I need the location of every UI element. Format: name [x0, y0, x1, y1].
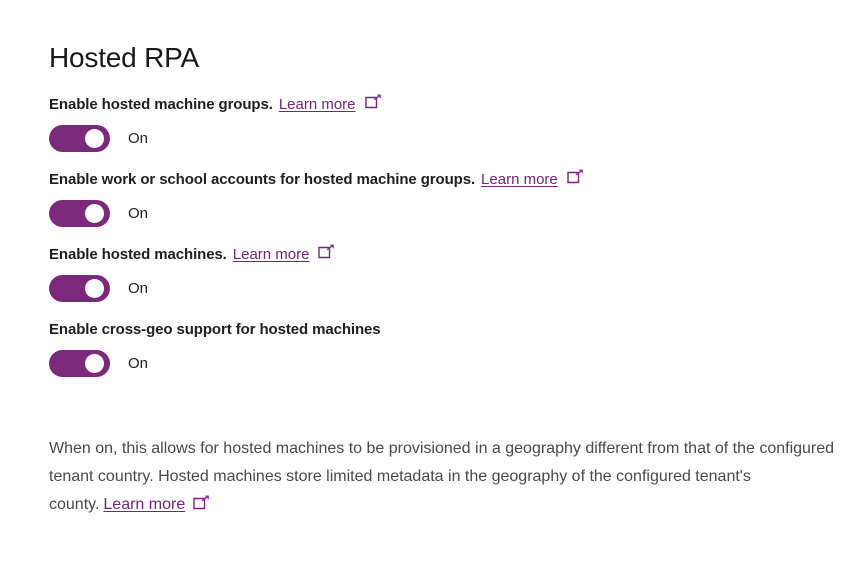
toggle-line: On: [49, 350, 839, 377]
cross-geo-description: When on, this allows for hosted machines…: [49, 435, 839, 519]
toggle-switch[interactable]: [49, 350, 110, 377]
toggle-line: On: [49, 275, 839, 302]
toggle-thumb: [85, 129, 104, 148]
page-title: Hosted RPA: [49, 42, 199, 73]
toggle-state-label: On: [128, 204, 149, 222]
toggle-line: On: [49, 125, 839, 152]
setting-row: Enable hosted machines. Learn more On: [49, 243, 839, 302]
setting-row: Enable hosted machine groups. Learn more…: [49, 93, 839, 152]
setting-label-line: Enable hosted machine groups. Learn more: [49, 93, 839, 115]
setting-row: Enable cross-geo support for hosted mach…: [49, 320, 839, 377]
toggle-state-label: On: [128, 129, 149, 147]
toggle-state-label: On: [128, 279, 149, 297]
toggle-switch[interactable]: [49, 200, 110, 227]
settings-list: Enable hosted machine groups. Learn more…: [49, 93, 839, 395]
learn-more-link[interactable]: Learn more: [233, 245, 310, 265]
setting-label-line: Enable work or school accounts for hoste…: [49, 168, 839, 190]
toggle-thumb: [85, 279, 104, 298]
setting-row: Enable work or school accounts for hoste…: [49, 168, 839, 227]
external-link-icon[interactable]: [567, 168, 584, 184]
toggle-line: On: [49, 200, 839, 227]
learn-more-link[interactable]: Learn more: [103, 496, 185, 513]
external-link-icon[interactable]: [193, 495, 210, 510]
toggle-switch[interactable]: [49, 125, 110, 152]
toggle-thumb: [85, 204, 104, 223]
setting-label: Enable work or school accounts for hoste…: [49, 171, 476, 188]
setting-label: Enable hosted machines.: [49, 246, 227, 263]
toggle-state-label: On: [128, 354, 149, 372]
setting-label: Enable cross-geo support for hosted mach…: [49, 321, 381, 338]
learn-more-link[interactable]: Learn more: [481, 170, 558, 190]
setting-label-line: Enable cross-geo support for hosted mach…: [49, 320, 839, 340]
learn-more-link[interactable]: Learn more: [279, 95, 356, 115]
toggle-thumb: [85, 354, 104, 373]
setting-label-line: Enable hosted machines. Learn more: [49, 243, 839, 265]
toggle-switch[interactable]: [49, 275, 110, 302]
external-link-icon[interactable]: [364, 93, 382, 109]
hosted-rpa-settings-page: Hosted RPA Enable hosted machine groups.…: [0, 0, 850, 568]
setting-label: Enable hosted machine groups.: [49, 96, 273, 113]
external-link-icon[interactable]: [318, 243, 335, 259]
